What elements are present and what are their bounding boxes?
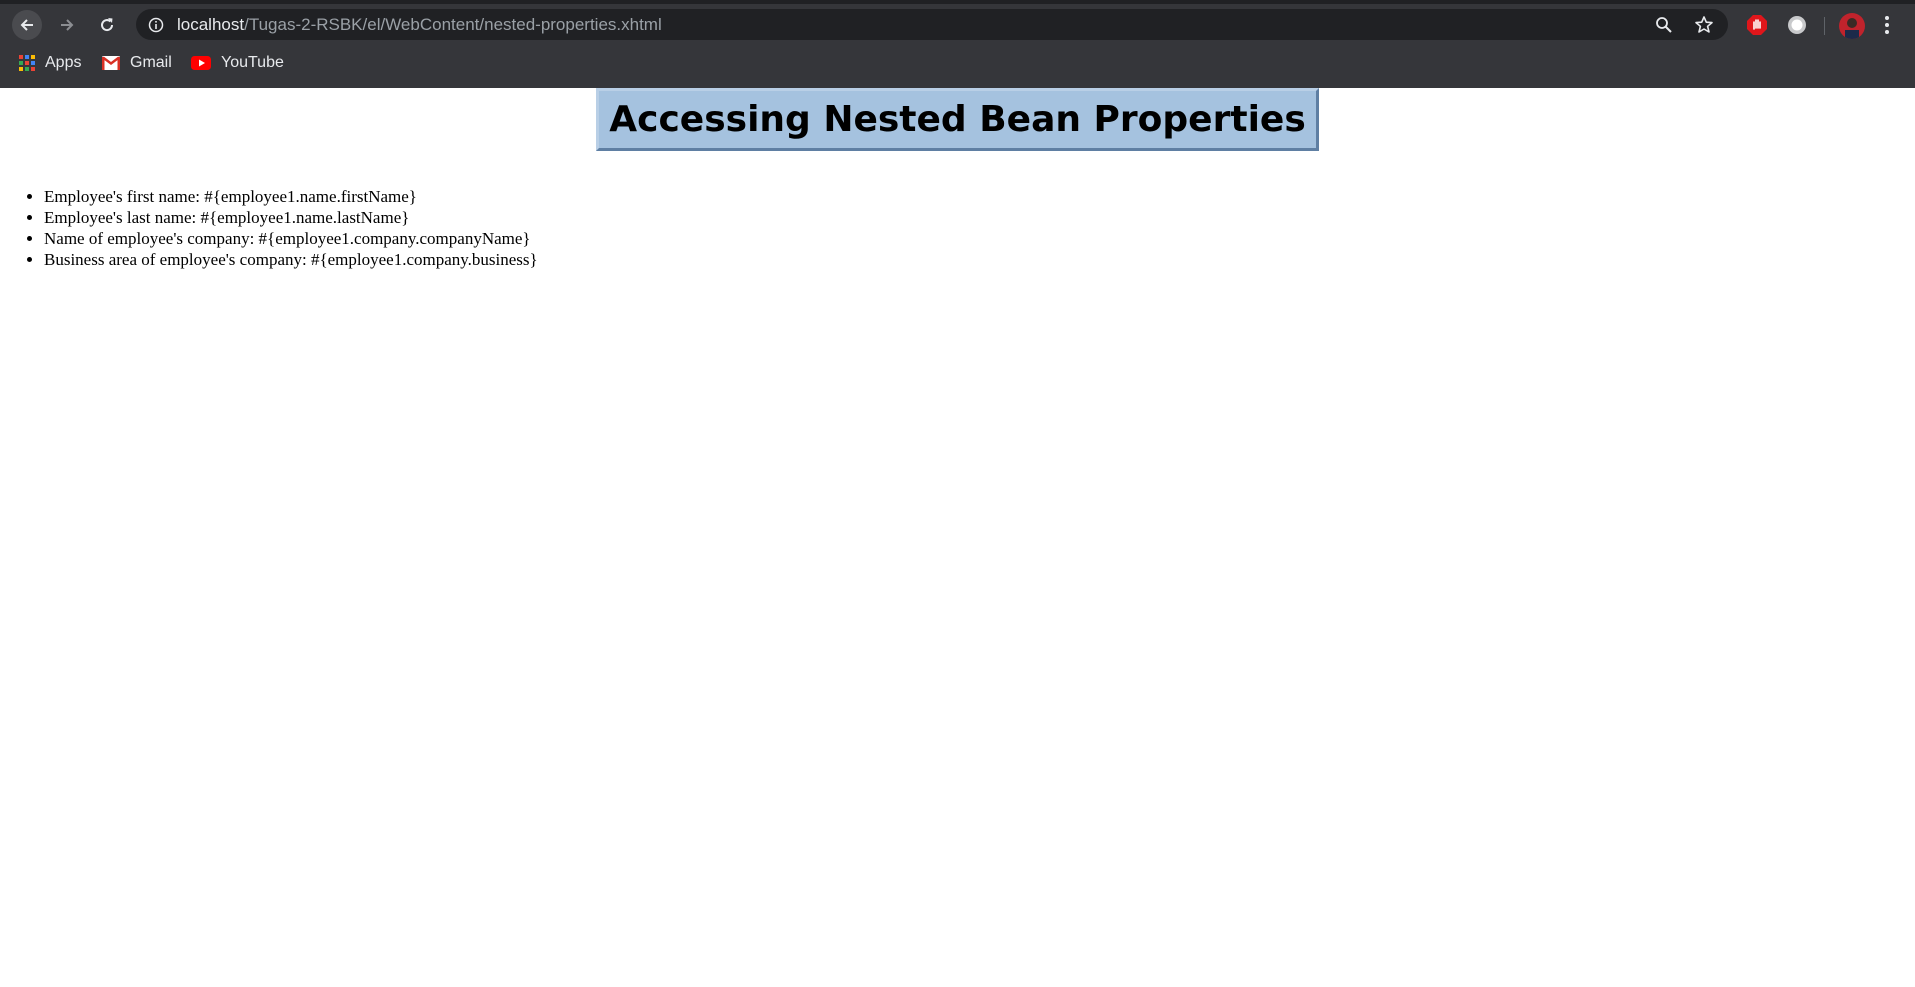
bookmark-apps[interactable]: Apps xyxy=(19,48,81,78)
youtube-icon xyxy=(191,56,211,70)
info-icon[interactable] xyxy=(148,17,164,33)
profile-avatar-icon xyxy=(1839,13,1865,39)
back-button[interactable] xyxy=(12,10,42,40)
list-item: Business area of employee's company: #{e… xyxy=(44,249,538,270)
bookmark-gmail[interactable]: Gmail xyxy=(102,48,172,78)
adblock-icon[interactable] xyxy=(1746,14,1768,36)
reload-button[interactable] xyxy=(92,10,122,40)
gmail-icon xyxy=(102,56,120,70)
bookmark-youtube[interactable]: YouTube xyxy=(191,48,284,78)
apps-grid-icon xyxy=(19,55,35,71)
list-item: Name of employee's company: #{employee1.… xyxy=(44,228,538,249)
bookmark-youtube-label: YouTube xyxy=(221,54,284,71)
bookmark-gmail-label: Gmail xyxy=(130,54,172,71)
toolbar-separator xyxy=(1824,17,1825,35)
zoom-icon[interactable] xyxy=(1655,16,1673,34)
star-icon[interactable] xyxy=(1694,15,1714,35)
extension-icon[interactable] xyxy=(1786,14,1808,36)
avatar[interactable] xyxy=(1839,13,1865,39)
title-container: Accessing Nested Bean Properties xyxy=(0,88,1915,151)
page-content: Accessing Nested Bean Properties Employe… xyxy=(0,88,1915,987)
url-text[interactable]: localhost/Tugas-2-RSBK/el/WebContent/nes… xyxy=(177,9,662,40)
page-title: Accessing Nested Bean Properties xyxy=(596,88,1319,151)
bookmarks-bar: Apps Gmail YouTube xyxy=(0,48,1915,78)
menu-dots-icon[interactable] xyxy=(1882,14,1892,36)
browser-chrome: localhost/Tugas-2-RSBK/el/WebContent/nes… xyxy=(0,0,1915,88)
back-arrow-icon xyxy=(20,19,33,31)
reload-icon xyxy=(101,18,114,32)
forward-button[interactable] xyxy=(52,10,82,40)
address-bar[interactable]: localhost/Tugas-2-RSBK/el/WebContent/nes… xyxy=(136,9,1728,40)
list-item: Employee's first name: #{employee1.name.… xyxy=(44,186,538,207)
forward-arrow-icon xyxy=(61,19,74,31)
browser-toolbar: localhost/Tugas-2-RSBK/el/WebContent/nes… xyxy=(0,4,1915,44)
property-list: Employee's first name: #{employee1.name.… xyxy=(0,186,538,270)
url-path: /Tugas-2-RSBK/el/WebContent/nested-prope… xyxy=(244,15,662,34)
list-item: Employee's last name: #{employee1.name.l… xyxy=(44,207,538,228)
url-host: localhost xyxy=(177,15,245,34)
bookmark-apps-label: Apps xyxy=(45,54,82,71)
